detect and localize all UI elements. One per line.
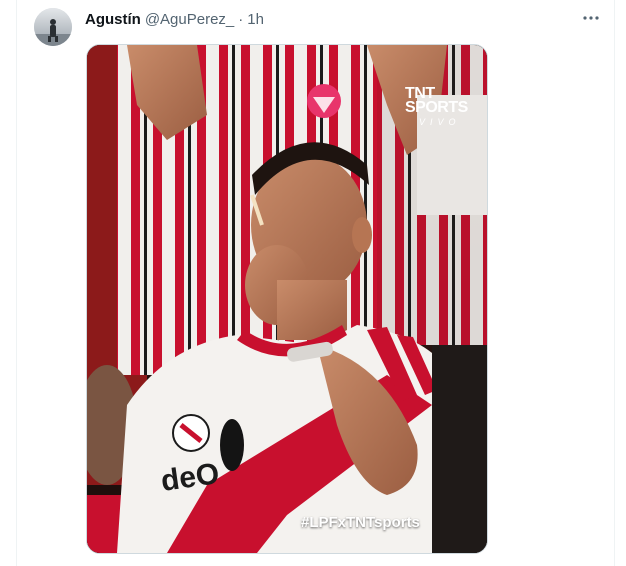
display-name[interactable]: Agustín (85, 11, 141, 28)
logo-line-3: VIVO (419, 117, 461, 127)
avatar[interactable] (34, 8, 72, 46)
media-hashtag-overlay: #LPFxTNTsports (301, 514, 420, 531)
avatar-image (34, 8, 72, 46)
timestamp[interactable]: 1h (247, 11, 264, 28)
separator-dot: · (238, 10, 244, 28)
timeline-right-border (614, 0, 615, 566)
more-horizontal-icon (583, 16, 599, 20)
tweet[interactable]: Agustín @AguPerez_ · 1h TNT SPORTS VIVO … (17, 0, 614, 566)
tweet-media-photo[interactable]: TNT SPORTS VIVO deO #LPFxTNTsports (86, 44, 488, 554)
tweet-header: Agustín @AguPerez_ · 1h (85, 9, 264, 29)
logo-line-2: SPORTS (405, 99, 468, 116)
timeline-frame: Agustín @AguPerez_ · 1h TNT SPORTS VIVO … (0, 0, 626, 566)
tnt-sports-logo: TNT SPORTS VIVO (361, 81, 473, 133)
user-handle[interactable]: @AguPerez_ (145, 11, 234, 28)
more-options-button[interactable] (579, 6, 603, 30)
